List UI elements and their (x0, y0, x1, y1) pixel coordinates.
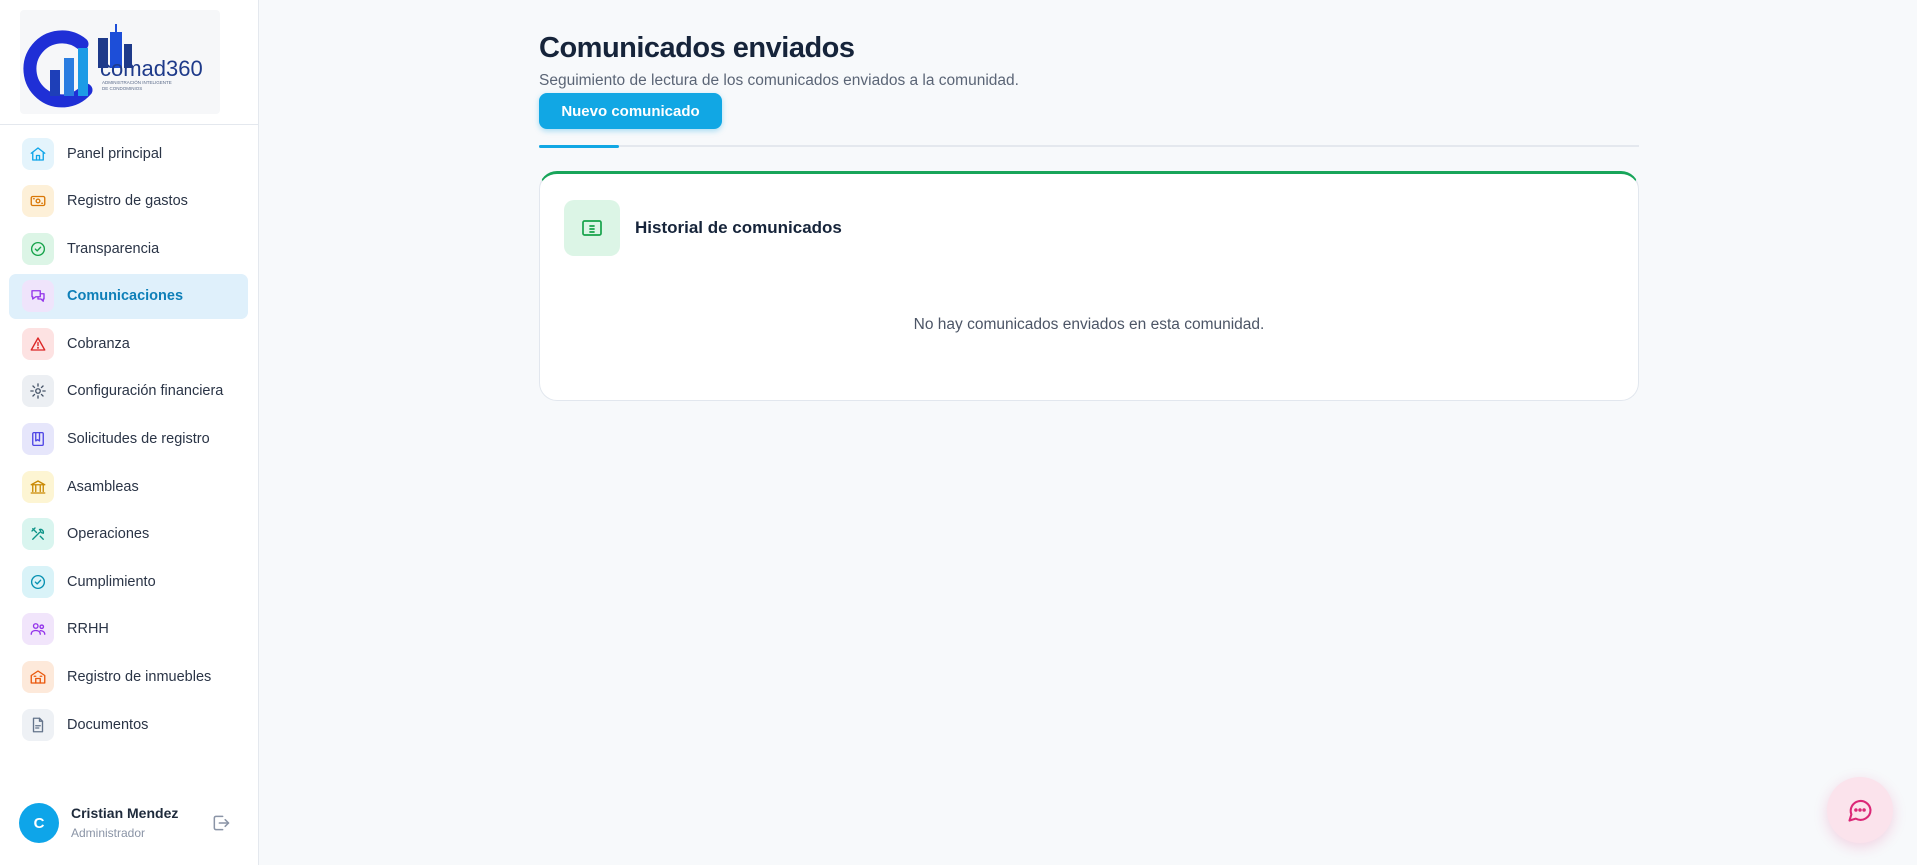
presentation-icon (564, 200, 620, 256)
user-profile: C Cristian Mendez Administrador (0, 788, 259, 858)
svg-text:comad360: comad360 (100, 56, 203, 81)
svg-text:ADMINISTRACIÓN INTELIGENTE: ADMINISTRACIÓN INTELIGENTE (102, 79, 172, 85)
landmark-icon (22, 470, 54, 503)
page-subtitle: Seguimiento de lectura de los comunicado… (539, 72, 1019, 89)
sidebar-item-operaciones[interactable]: Operaciones (9, 512, 248, 557)
sidebar-item-registro-de-gastos[interactable]: Registro de gastos (9, 179, 248, 224)
sidebar-item-label: Documentos (67, 716, 149, 733)
check-circle-icon (22, 232, 54, 265)
sidebar-item-cobranza[interactable]: Cobranza (9, 321, 248, 366)
sidebar-item-label: Transparencia (67, 240, 160, 257)
sidebar-item-label: Asambleas (67, 478, 139, 495)
sidebar-item-label: Cobranza (67, 335, 130, 352)
sidebar-item-documentos[interactable]: Documentos (9, 702, 248, 747)
user-name: Cristian Mendez (71, 805, 179, 821)
sidebar-item-cumplimiento[interactable]: Cumplimiento (9, 559, 248, 604)
avatar[interactable]: C (19, 803, 59, 843)
history-card: Historial de comunicados No hay comunica… (539, 171, 1639, 401)
active-tab-indicator (539, 145, 619, 148)
sidebar-item-label: Cumplimiento (67, 573, 156, 590)
sidebar-item-transparencia[interactable]: Transparencia (9, 226, 248, 271)
sidebar-item-solicitudes-de-registro[interactable]: Solicitudes de registro (9, 417, 248, 462)
chat-icon (1848, 799, 1872, 822)
tab-bar (539, 145, 1639, 147)
sidebar: comad360 ADMINISTRACIÓN INTELIGENTE DE C… (0, 0, 259, 865)
sidebar-item-label: Panel principal (67, 145, 163, 162)
banknote-icon (22, 185, 54, 218)
logo[interactable]: comad360 ADMINISTRACIÓN INTELIGENTE DE C… (20, 10, 220, 114)
warning-triangle-icon (22, 327, 54, 360)
book-icon (22, 423, 54, 456)
sidebar-divider (0, 124, 259, 125)
gear-icon (22, 375, 54, 408)
sidebar-item-configuración-financiera[interactable]: Configuración financiera (9, 369, 248, 414)
building-icon (22, 661, 54, 694)
chat-bubbles-icon (22, 280, 54, 313)
sidebar-nav: Panel principal Registro de gastos Transpa… (9, 131, 248, 750)
svg-text:DE CONDOMINIOS: DE CONDOMINIOS (102, 86, 142, 91)
sidebar-item-label: Configuración financiera (67, 383, 224, 400)
home-icon (22, 137, 54, 170)
people-icon (22, 613, 54, 646)
sidebar-item-label: Solicitudes de registro (67, 431, 210, 448)
page-title: Comunicados enviados (539, 32, 855, 64)
sidebar-item-panel-principal[interactable]: Panel principal (9, 131, 248, 176)
check-circle-icon (22, 565, 54, 598)
empty-state-message: No hay comunicados enviados en esta comu… (913, 316, 1265, 333)
card-title: Historial de comunicados (635, 218, 842, 237)
chat-button[interactable] (1827, 777, 1893, 843)
sidebar-item-asambleas[interactable]: Asambleas (9, 464, 248, 509)
sidebar-item-label: Registro de gastos (67, 193, 188, 210)
document-icon (22, 708, 54, 741)
sidebar-item-comunicaciones[interactable]: Comunicaciones (9, 273, 248, 319)
sidebar-item-label: Operaciones (67, 526, 150, 543)
user-role: Administrador (71, 826, 146, 840)
new-communication-button[interactable]: Nuevo comunicado (539, 93, 722, 129)
sidebar-item-label: Comunicaciones (67, 288, 184, 305)
sidebar-item-rrhh[interactable]: RRHH (9, 607, 248, 652)
sidebar-item-registro-de-inmuebles[interactable]: Registro de inmuebles (9, 655, 248, 700)
sidebar-item-label: RRHH (67, 621, 109, 638)
tools-icon (22, 518, 54, 551)
logout-icon[interactable] (209, 811, 233, 835)
sidebar-item-label: Registro de inmuebles (67, 669, 212, 686)
